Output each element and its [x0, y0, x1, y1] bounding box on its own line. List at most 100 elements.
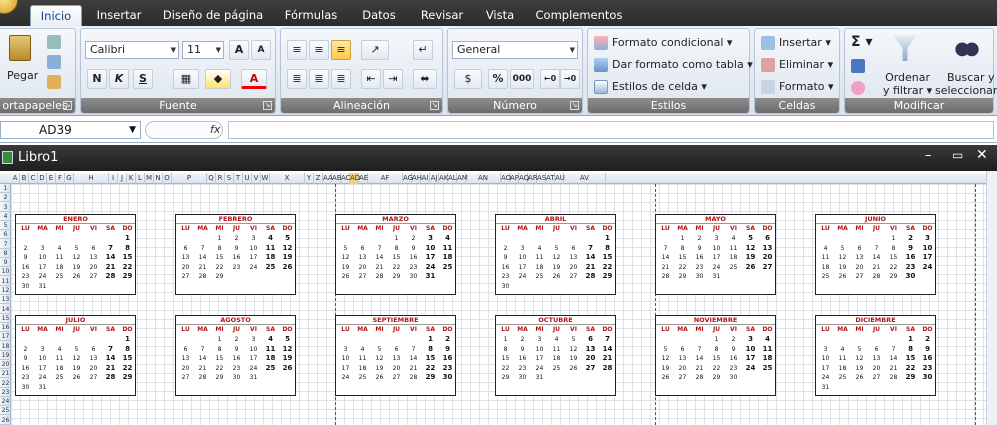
grow-font-button[interactable]: A — [229, 40, 249, 60]
delete-cells-button[interactable]: Eliminar ▾ — [779, 58, 833, 71]
row-header[interactable]: 13 — [0, 295, 11, 305]
column-header[interactable]: G — [65, 173, 74, 184]
column-header[interactable]: AD — [350, 173, 360, 184]
row-header[interactable]: 12 — [0, 286, 11, 295]
bold-button[interactable]: N — [87, 69, 107, 89]
row-header[interactable]: 20 — [0, 360, 11, 370]
column-header[interactable]: F — [56, 173, 65, 184]
row-header[interactable]: 6 — [0, 230, 11, 240]
align-top-button[interactable]: ≡ — [287, 40, 307, 60]
column-header[interactable]: N — [154, 173, 163, 184]
decrease-indent-button[interactable]: ⇤ — [361, 69, 381, 89]
column-header[interactable]: AJ — [430, 173, 439, 184]
row-header[interactable]: 3 — [0, 203, 11, 212]
borders-button[interactable]: ▦ — [173, 69, 199, 89]
row-header[interactable]: 23 — [0, 388, 11, 397]
increase-decimal-button[interactable]: ←0 — [540, 69, 560, 89]
column-header[interactable]: E — [47, 173, 56, 184]
column-header[interactable]: U — [243, 173, 252, 184]
column-header[interactable]: P — [172, 173, 207, 184]
number-launcher-icon[interactable]: ↘ — [570, 101, 579, 110]
row-header[interactable]: 10 — [0, 267, 11, 277]
font-launcher-icon[interactable]: ↘ — [263, 101, 272, 110]
row-header[interactable]: 19 — [0, 351, 11, 360]
column-header[interactable]: J — [118, 173, 127, 184]
align-center-button[interactable]: ≣ — [309, 69, 329, 89]
autosum-button[interactable]: Σ ▾ — [851, 34, 872, 50]
insert-function-button[interactable]: fx — [210, 123, 220, 136]
row-header[interactable]: 11 — [0, 277, 11, 286]
column-header[interactable]: M — [145, 173, 154, 184]
row-header[interactable]: 9 — [0, 258, 11, 268]
row-header[interactable]: 4 — [0, 212, 11, 221]
underline-button[interactable]: S — [133, 69, 153, 89]
column-header[interactable]: AL — [448, 173, 457, 184]
column-header[interactable]: AQ — [519, 173, 529, 184]
conditional-format-button[interactable]: Formato condicional ▾ — [612, 36, 732, 49]
column-header[interactable]: C — [29, 173, 38, 184]
formula-input[interactable] — [228, 121, 994, 139]
close-icon[interactable]: ✕ — [976, 147, 988, 163]
office-button[interactable] — [0, 0, 18, 14]
sort-filter-button[interactable]: Ordenar y filtrar ▾ — [883, 71, 932, 97]
row-header[interactable]: 24 — [0, 397, 11, 407]
shrink-font-button[interactable]: A — [251, 40, 271, 60]
accounting-format-button[interactable]: $ — [454, 69, 482, 89]
column-header[interactable]: AA — [323, 173, 333, 184]
row-header[interactable]: 16 — [0, 323, 11, 333]
tab-formulas[interactable]: Fórmulas — [280, 5, 342, 26]
tab-complementos[interactable]: Complementos — [532, 5, 626, 26]
row-header[interactable]: 14 — [0, 305, 11, 314]
vertical-scrollbar[interactable] — [986, 171, 997, 425]
column-header[interactable]: T — [234, 173, 243, 184]
restore-icon[interactable]: ▭ — [952, 148, 963, 162]
orientation-button[interactable]: ↗ — [361, 40, 389, 60]
tab-inicio[interactable]: Inicio — [30, 5, 82, 26]
column-header[interactable]: K — [127, 173, 136, 184]
row-header[interactable]: 8 — [0, 249, 11, 258]
column-header[interactable]: AK — [439, 173, 448, 184]
column-header[interactable]: Q — [207, 173, 216, 184]
column-header[interactable]: AU — [555, 173, 565, 184]
row-header[interactable]: 25 — [0, 406, 11, 416]
row-header[interactable]: 2 — [0, 193, 11, 203]
fill-down-icon[interactable] — [851, 59, 865, 73]
paste-icon[interactable] — [9, 35, 31, 61]
merge-center-button[interactable]: ⬌ — [413, 69, 437, 89]
clipboard-launcher-icon[interactable]: ↘ — [63, 101, 72, 110]
insert-cells-button[interactable]: Insertar ▾ — [779, 36, 831, 49]
paste-label[interactable]: Pegar — [7, 69, 38, 82]
row-header[interactable]: 18 — [0, 342, 11, 351]
column-header[interactable]: V — [252, 173, 261, 184]
column-header[interactable]: R — [216, 173, 225, 184]
column-header[interactable]: AT — [546, 173, 555, 184]
column-header[interactable]: L — [136, 173, 145, 184]
increase-indent-button[interactable]: ⇥ — [383, 69, 403, 89]
row-header[interactable]: 1 — [0, 184, 11, 193]
name-box[interactable]: AD39 ▼ — [0, 121, 141, 139]
column-header[interactable]: AP — [510, 173, 519, 184]
alignment-launcher-icon[interactable]: ↘ — [430, 101, 439, 110]
font-color-button[interactable]: A — [241, 69, 267, 89]
column-header[interactable]: AF — [368, 173, 403, 184]
row-header[interactable]: 15 — [0, 314, 11, 323]
font-size-combo[interactable]: 11 ▼ — [182, 41, 224, 59]
align-right-button[interactable]: ≣ — [331, 69, 351, 89]
column-header[interactable]: Z — [314, 173, 323, 184]
column-header[interactable]: AM — [457, 173, 468, 184]
tab-datos[interactable]: Datos — [356, 5, 402, 26]
row-header[interactable]: 26 — [0, 416, 11, 425]
column-header[interactable]: AN — [466, 173, 501, 184]
fill-color-button[interactable]: ◆ — [205, 69, 231, 89]
copy-icon[interactable] — [47, 55, 61, 69]
column-header[interactable]: AH — [412, 173, 422, 184]
format-as-table-button[interactable]: Dar formato como tabla ▾ — [612, 58, 753, 71]
cell-styles-button[interactable]: Estilos de celda ▾ — [612, 80, 707, 93]
column-header[interactable]: AB — [332, 173, 342, 184]
column-header[interactable]: Y — [305, 173, 314, 184]
row-header[interactable]: 21 — [0, 369, 11, 379]
align-left-button[interactable]: ≣ — [287, 69, 307, 89]
column-header[interactable]: X — [270, 173, 305, 184]
tab-vista[interactable]: Vista — [480, 5, 520, 26]
column-header[interactable]: AI — [421, 173, 430, 184]
